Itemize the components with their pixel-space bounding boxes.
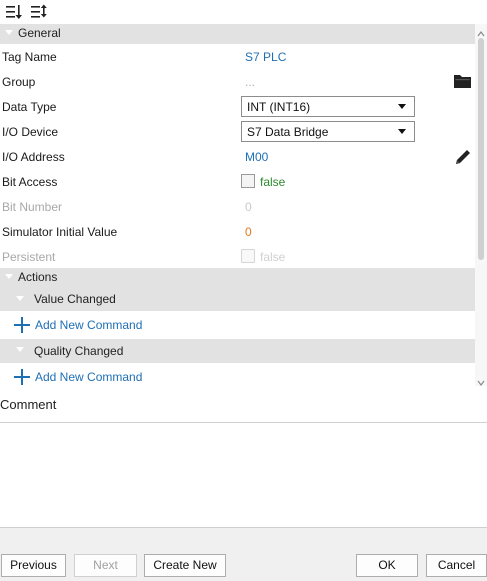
bit-number-label: Bit Number xyxy=(2,200,63,214)
collapse-triangle-icon[interactable] xyxy=(5,30,13,35)
persistent-value: false xyxy=(260,250,286,264)
sort-alphabetical-icon[interactable] xyxy=(30,3,48,21)
bit-access-label: Bit Access xyxy=(2,175,58,189)
toolbar xyxy=(0,0,487,24)
simulator-initial-value-label: Simulator Initial Value xyxy=(2,225,118,239)
row-bit-number: Bit Number 0 xyxy=(0,194,475,219)
io-device-selected: S7 Data Bridge xyxy=(247,125,329,139)
group-value[interactable]: ... xyxy=(245,75,255,89)
io-device-dropdown[interactable]: S7 Data Bridge xyxy=(241,121,415,142)
create-new-button[interactable]: Create New xyxy=(144,554,226,577)
category-general-label: General xyxy=(18,26,61,40)
row-io-address: I/O Address M00 xyxy=(0,144,475,169)
comment-textarea[interactable] xyxy=(0,423,487,527)
chevron-down-icon xyxy=(398,129,406,134)
bit-access-checkbox[interactable] xyxy=(241,174,255,188)
tag-name-label: Tag Name xyxy=(2,50,57,64)
category-general[interactable]: General xyxy=(0,24,475,44)
add-new-command-quality-changed[interactable]: Add New Command xyxy=(14,367,194,386)
row-io-device: I/O Device S7 Data Bridge xyxy=(0,119,475,144)
plus-icon xyxy=(14,369,30,385)
quality-changed-label: Quality Changed xyxy=(34,344,124,358)
cancel-button[interactable]: Cancel xyxy=(426,554,487,577)
add-new-command-value-changed[interactable]: Add New Command xyxy=(14,315,194,335)
row-simulator-initial-value: Simulator Initial Value 0 xyxy=(0,219,475,244)
subcategory-value-changed[interactable]: Value Changed xyxy=(0,288,475,311)
value-changed-label: Value Changed xyxy=(34,292,116,306)
folder-icon[interactable] xyxy=(454,74,472,91)
io-address-value[interactable]: M00 xyxy=(245,150,268,164)
row-tag-name: Tag Name S7 PLC xyxy=(0,44,475,69)
comment-label: Comment xyxy=(0,397,57,412)
scroll-down-icon[interactable] xyxy=(477,376,485,386)
collapse-triangle-icon[interactable] xyxy=(16,296,24,301)
row-bit-access: Bit Access false xyxy=(0,169,475,194)
persistent-checkbox xyxy=(241,249,255,263)
add-new-command-label: Add New Command xyxy=(35,318,143,332)
collapse-triangle-icon[interactable] xyxy=(5,274,13,279)
row-data-type: Data Type INT (INT16) xyxy=(0,94,475,119)
io-address-label: I/O Address xyxy=(2,150,65,164)
persistent-label: Persistent xyxy=(2,250,56,264)
sort-categorized-icon[interactable] xyxy=(5,3,23,21)
add-new-command-label: Add New Command xyxy=(35,370,143,384)
next-button: Next xyxy=(74,554,137,577)
previous-button[interactable]: Previous xyxy=(1,554,66,577)
pencil-edit-icon[interactable] xyxy=(453,147,473,170)
tag-name-value[interactable]: S7 PLC xyxy=(245,50,286,64)
plus-icon xyxy=(14,317,30,333)
property-grid: General Tag Name S7 PLC Group ... Data T… xyxy=(0,24,475,386)
scroll-up-icon[interactable] xyxy=(477,27,485,37)
collapse-triangle-icon[interactable] xyxy=(16,347,24,352)
vertical-scrollbar[interactable] xyxy=(475,24,487,386)
subcategory-quality-changed[interactable]: Quality Changed xyxy=(0,339,475,363)
row-persistent: Persistent false xyxy=(0,244,475,269)
scrollbar-thumb[interactable] xyxy=(478,38,484,260)
category-actions-label: Actions xyxy=(18,270,58,284)
bit-access-value: false xyxy=(260,175,286,189)
io-device-label: I/O Device xyxy=(2,125,59,139)
bit-number-value: 0 xyxy=(245,200,252,214)
data-type-dropdown[interactable]: INT (INT16) xyxy=(241,96,415,117)
category-actions[interactable]: Actions xyxy=(0,268,475,288)
chevron-down-icon xyxy=(398,104,406,109)
simulator-initial-value[interactable]: 0 xyxy=(245,225,252,239)
row-group: Group ... xyxy=(0,69,475,94)
data-type-label: Data Type xyxy=(2,100,57,114)
group-label: Group xyxy=(2,75,36,89)
ok-button[interactable]: OK xyxy=(356,554,418,577)
data-type-selected: INT (INT16) xyxy=(247,100,311,114)
